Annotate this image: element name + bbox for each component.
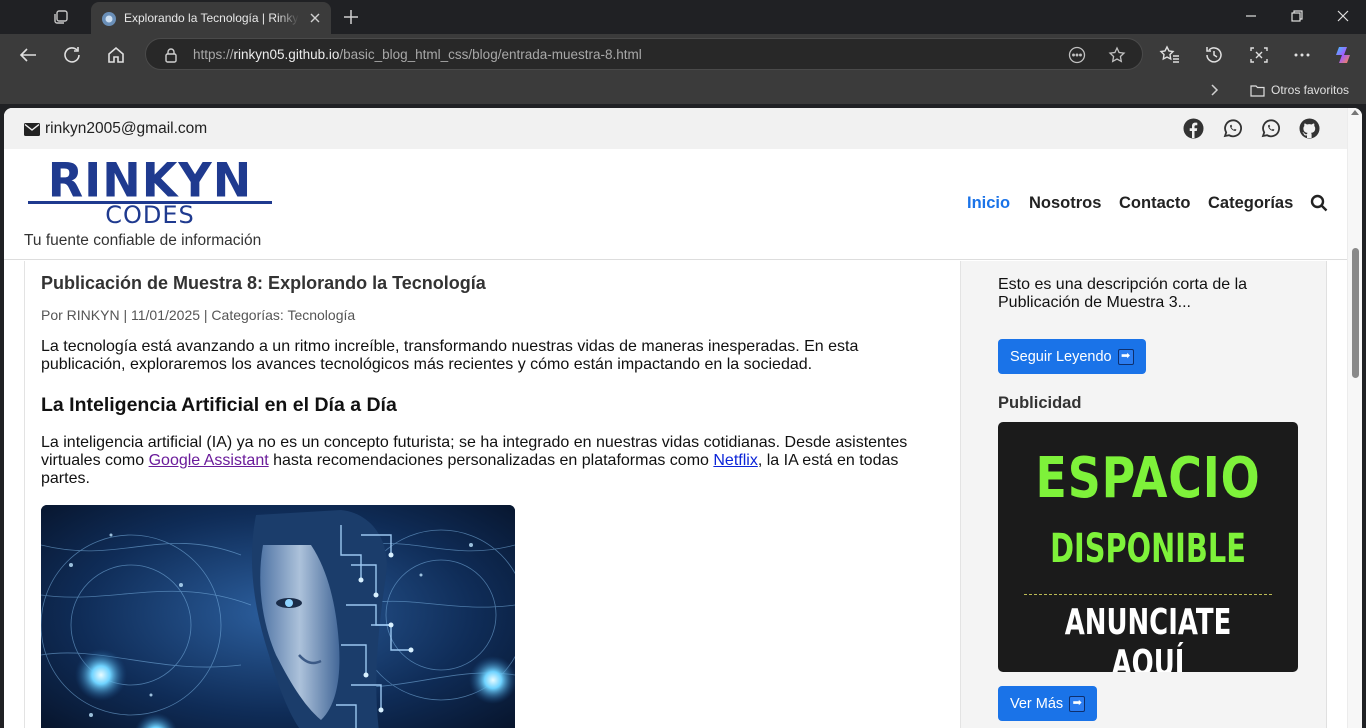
- logo-subtitle: CODES: [105, 201, 195, 229]
- nav-nosotros[interactable]: Nosotros: [1029, 194, 1101, 213]
- logo-wordmark: RINKYN: [47, 152, 253, 208]
- nav-categorias[interactable]: Categorías: [1208, 194, 1293, 213]
- other-favorites-label: Otros favoritos: [1271, 83, 1350, 97]
- more-options-circle-icon[interactable]: [1068, 46, 1086, 64]
- folder-icon: [1250, 84, 1265, 97]
- github-icon[interactable]: [1299, 118, 1320, 139]
- other-favorites-folder[interactable]: Otros favoritos: [1250, 82, 1349, 98]
- nav-contacto[interactable]: Contacto: [1119, 194, 1191, 213]
- email-contact[interactable]: rinkyn2005@gmail.com: [24, 120, 207, 138]
- site-tagline: Tu fuente confiable de información: [24, 232, 262, 249]
- post-content: Publicación de Muestra 8: Explorando la …: [24, 261, 961, 728]
- active-tab[interactable]: Explorando la Tecnología | Rinkyn Codes: [91, 2, 331, 34]
- ad-banner[interactable]: ESPACIO DISPONIBLE ANUNCIATE AQUÍ: [998, 422, 1298, 672]
- post-meta: Por RINKYN | 11/01/2025 | Categorías: Te…: [41, 307, 356, 323]
- close-window-icon[interactable]: [1335, 8, 1351, 24]
- new-tab-icon[interactable]: [342, 8, 360, 26]
- favorites-icon[interactable]: [1159, 44, 1181, 66]
- copilot-icon[interactable]: [1333, 44, 1355, 66]
- search-icon[interactable]: [1310, 194, 1328, 212]
- address-bar[interactable]: https://rinkyn05.github.io/basic_blog_ht…: [145, 38, 1143, 70]
- ads-heading: Publicidad: [998, 394, 1082, 412]
- workspaces-icon[interactable]: [52, 8, 70, 26]
- page-viewport: rinkyn2005@gmail.com RINKYN CODES Tu fue…: [4, 108, 1362, 728]
- see-more-label: Ver Más: [1010, 695, 1064, 712]
- facebook-icon[interactable]: [1183, 118, 1204, 139]
- site-favicon-icon: [102, 12, 116, 26]
- ad-cta-text: ANUNCIATE AQUÍ: [1064, 602, 1232, 672]
- favorite-star-icon[interactable]: [1108, 46, 1126, 64]
- favorites-bar: Otros favoritos: [0, 76, 1366, 104]
- envelope-icon: [24, 122, 40, 136]
- sidebar: Esto es una descripción corta de la Publ…: [961, 261, 1327, 728]
- contact-topbar: rinkyn2005@gmail.com: [4, 108, 1347, 149]
- nav-inicio[interactable]: Inicio: [967, 194, 1010, 213]
- post-title: Publicación de Muestra 8: Explorando la …: [41, 273, 486, 293]
- site-header: RINKYN CODES Tu fuente confiable de info…: [4, 149, 1347, 260]
- section-heading: La Inteligencia Artificial en el Día a D…: [41, 394, 397, 416]
- url-text[interactable]: https://rinkyn05.github.io/basic_blog_ht…: [193, 47, 642, 62]
- post-intro: La tecnología está avanzando a un ritmo …: [41, 338, 859, 373]
- read-more-button[interactable]: Seguir Leyendo ➡: [998, 339, 1146, 374]
- ai-face-image: [41, 505, 515, 728]
- section-paragraph: La inteligencia artificial (IA) ya no es…: [41, 434, 908, 487]
- see-more-button[interactable]: Ver Más ➡: [998, 686, 1098, 721]
- restore-icon[interactable]: [1289, 8, 1305, 24]
- back-icon[interactable]: [17, 44, 39, 66]
- close-tab-icon[interactable]: [307, 10, 323, 26]
- ad-divider: [1024, 594, 1272, 595]
- arrow-right-icon: ➡: [1117, 348, 1134, 365]
- chevron-right-icon[interactable]: [1207, 82, 1221, 98]
- settings-more-icon[interactable]: [1291, 44, 1313, 66]
- arrow-right-icon: ➡: [1069, 695, 1086, 712]
- screenshot-icon[interactable]: [1248, 44, 1270, 66]
- minimize-icon[interactable]: [1243, 8, 1259, 24]
- whatsapp-icon[interactable]: [1260, 118, 1281, 139]
- scrollbar-thumb[interactable]: [1352, 248, 1359, 378]
- lock-icon[interactable]: [164, 47, 178, 63]
- ad-headline: ESPACIO: [1035, 446, 1261, 511]
- history-icon[interactable]: [1203, 44, 1225, 66]
- ad-subheadline: DISPONIBLE: [1050, 526, 1246, 572]
- browser-toolbar: https://rinkyn05.github.io/basic_blog_ht…: [0, 34, 1366, 76]
- read-more-label: Seguir Leyendo: [1010, 348, 1112, 365]
- tab-title: Explorando la Tecnología | Rinkyn Codes: [124, 11, 299, 25]
- page-scrollbar[interactable]: [1347, 108, 1362, 728]
- netflix-link[interactable]: Netflix: [713, 452, 757, 469]
- whatsapp-icon[interactable]: [1222, 118, 1243, 139]
- google-assistant-link[interactable]: Google Assistant: [149, 452, 269, 469]
- scroll-up-arrow-icon[interactable]: [1351, 110, 1359, 115]
- site-logo[interactable]: RINKYN: [28, 157, 272, 207]
- sidebar-post-description: Esto es una descripción corta de la Publ…: [998, 276, 1248, 311]
- home-icon[interactable]: [105, 44, 127, 66]
- refresh-icon[interactable]: [61, 44, 83, 66]
- email-text: rinkyn2005@gmail.com: [45, 120, 208, 137]
- tab-strip: Explorando la Tecnología | Rinkyn Codes: [0, 0, 1366, 34]
